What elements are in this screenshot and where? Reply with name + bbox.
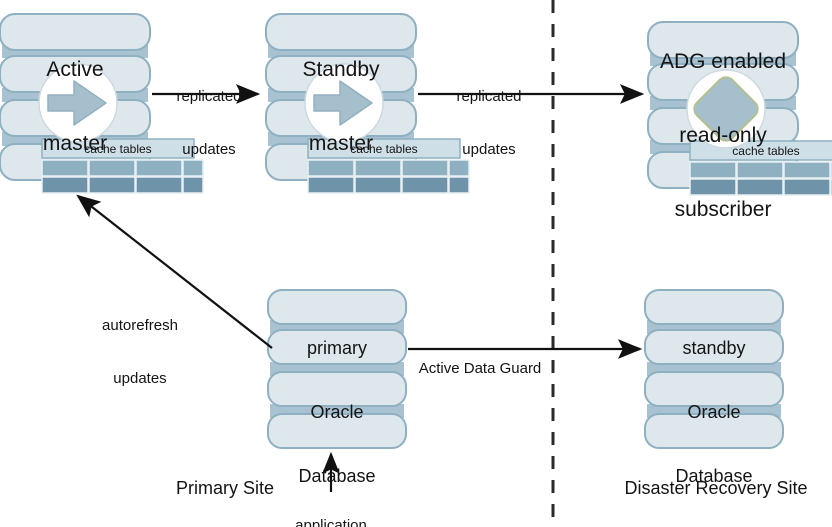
node-title-adg-subscriber: ADG enabled read-only subscriber <box>640 0 806 272</box>
adg-subscriber-line3: subscriber <box>674 198 772 222</box>
replicated-updates-1-line1: replicated <box>176 88 242 106</box>
node-title-active-master: Active master <box>0 8 150 206</box>
primary-db-line2: Oracle <box>310 402 364 423</box>
diagram-canvas: Active master Standby master ADG enabled… <box>0 0 832 527</box>
edge-label-replicated-updates-1: replicated updates <box>155 53 263 195</box>
cache-tables-label-adg-subscriber: cache tables <box>732 144 800 158</box>
edge-label-autorefresh-updates: autorefresh updates <box>85 282 195 424</box>
replicated-updates-1-line2: updates <box>182 141 236 159</box>
replicated-updates-2-line1: replicated <box>456 88 522 106</box>
standby-master-line1: Standby <box>302 57 380 81</box>
standby-db-line2: Oracle <box>687 402 741 423</box>
primary-db-line1: primary <box>306 338 367 359</box>
adg-subscriber-line1: ADG enabled <box>659 49 787 73</box>
active-master-line1: Active <box>46 57 104 81</box>
replicated-updates-2-line2: updates <box>462 141 516 159</box>
application-updates-line1: application <box>295 517 367 527</box>
edge-label-active-data-guard: Active Data Guard <box>410 325 550 413</box>
site-label-disaster-recovery: Disaster Recovery Site <box>624 478 808 498</box>
autorefresh-updates-line1: autorefresh <box>102 317 178 335</box>
active-data-guard-line1: Active Data Guard <box>418 360 542 378</box>
site-label-primary: Primary Site <box>175 478 274 498</box>
edge-label-replicated-updates-2: replicated updates <box>435 53 543 195</box>
autorefresh-updates-line2: updates <box>113 370 167 388</box>
node-title-standby-master: Standby master <box>266 8 416 206</box>
standby-db-line1: standby <box>682 338 746 359</box>
